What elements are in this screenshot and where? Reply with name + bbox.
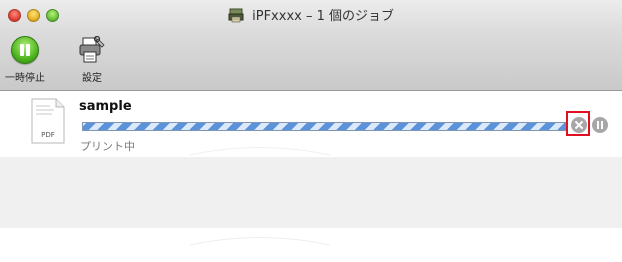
window-titlebar: iPFxxxx – 1 個のジョブ 一時停止 設定 — [0, 0, 622, 91]
pause-label: 一時停止 — [5, 73, 45, 84]
pdf-document-icon: PDF — [30, 98, 66, 144]
pause-icon — [11, 36, 39, 64]
job-name: sample — [79, 99, 132, 114]
printer-app-icon — [228, 7, 244, 27]
file-type-label: PDF — [41, 131, 55, 139]
window-title: iPFxxxx – 1 個のジョブ — [252, 9, 394, 24]
faint-decoration — [189, 147, 331, 246]
job-progress-bar — [82, 122, 568, 131]
settings-button[interactable]: 設定 — [72, 35, 112, 84]
window-title-area: iPFxxxx – 1 個のジョブ — [0, 5, 622, 27]
hold-job-button[interactable] — [592, 117, 608, 133]
print-queue-window: iPFxxxx – 1 個のジョブ 一時停止 設定 PDF sample プリン… — [0, 0, 622, 262]
printer-settings-icon — [77, 35, 107, 64]
job-status: プリント中 — [80, 140, 135, 153]
callout-highlight-box — [566, 111, 590, 136]
settings-label: 設定 — [82, 73, 102, 84]
pause-printer-button[interactable]: 一時停止 — [2, 36, 48, 84]
